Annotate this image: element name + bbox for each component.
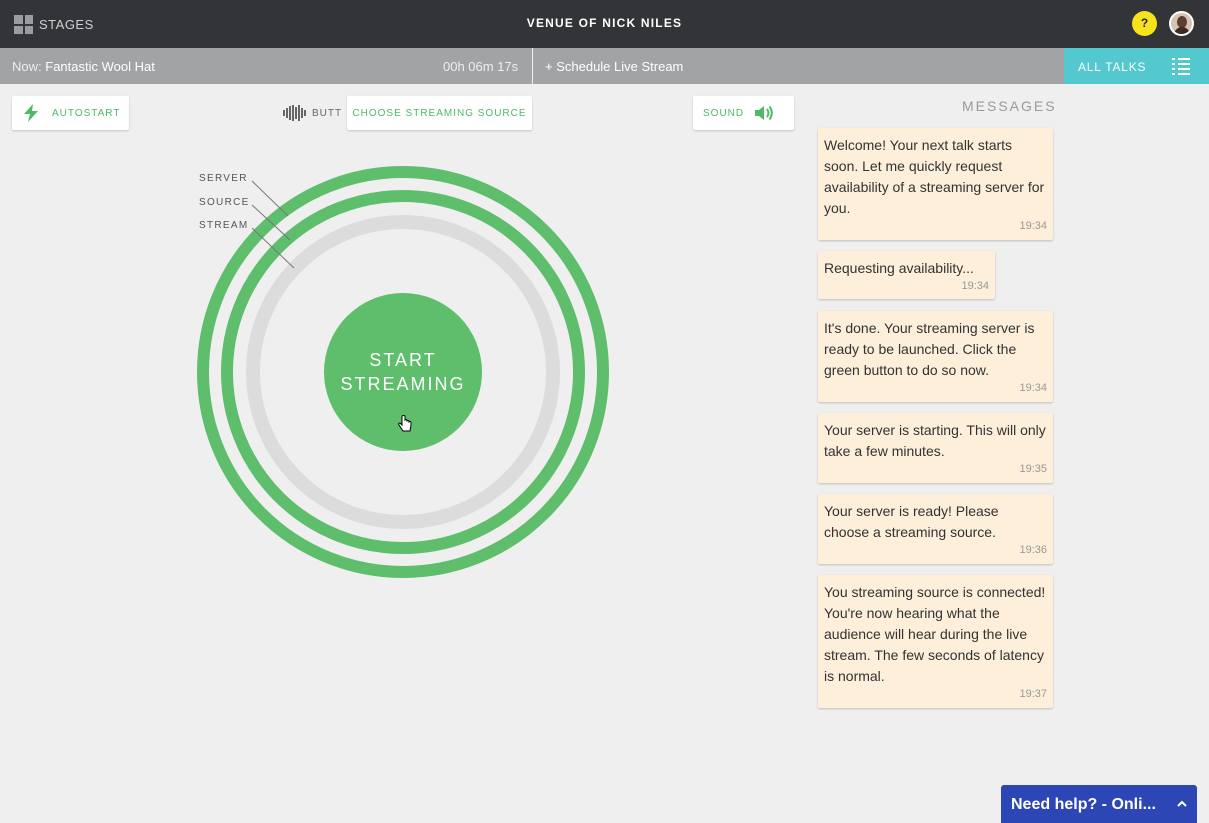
top-bar: STAGES VENUE OF NICK NILES ? [0, 0, 1209, 48]
choose-streaming-source-button[interactable]: CHOOSE STREAMING SOURCE [347, 96, 532, 130]
chevron-up-icon [1177, 800, 1187, 807]
ring-label-stream: STREAM [199, 220, 249, 231]
lightning-icon [24, 104, 38, 122]
venue-title: VENUE OF NICK NILES [526, 16, 683, 30]
message-item: Requesting availability... 19:34 [818, 251, 995, 299]
need-help-label: Need help? - Onli... [1011, 796, 1156, 813]
ring-label-server: SERVER [199, 173, 248, 184]
autostart-button[interactable]: AUTOSTART [12, 96, 129, 130]
now-talk-title: Fantastic Wool Hat [45, 59, 155, 74]
need-help-chat-widget[interactable]: Need help? - Onli... [1001, 785, 1197, 823]
all-talks-label: ALL TALKS [1078, 60, 1147, 74]
start-streaming-label: START STREAMING [340, 350, 466, 394]
schedule-live-stream-link[interactable]: + Schedule Live Stream [545, 59, 683, 74]
list-icon [1172, 58, 1190, 75]
autostart-label: AUTOSTART [52, 107, 121, 119]
message-item: Your server is starting. This will only … [818, 413, 1053, 483]
source-name: BUTT [312, 107, 343, 119]
message-item: Welcome! Your next talk starts soon. Let… [818, 128, 1053, 240]
waveform-icon [283, 105, 306, 121]
elapsed-time: 00h 06m 17s [443, 59, 519, 74]
sound-label: SOUND [703, 107, 745, 119]
speaker-icon [755, 105, 773, 121]
all-talks-button[interactable]: ALL TALKS [1064, 48, 1209, 84]
avatar[interactable] [1169, 11, 1194, 36]
message-item: Your server is ready! Please choose a st… [818, 494, 1053, 564]
message-item: You streaming source is connected! You'r… [818, 575, 1053, 708]
streaming-source-indicator: BUTT [283, 105, 342, 121]
now-playing-bar: Now: Fantastic Wool Hat 00h 06m 17s [0, 48, 532, 84]
messages-header: MESSAGES [962, 98, 1057, 114]
message-item: It's done. Your streaming server is read… [818, 311, 1053, 402]
ring-label-source: SOURCE [199, 197, 250, 208]
choose-source-label: CHOOSE STREAMING SOURCE [352, 107, 527, 119]
hand-cursor-icon [398, 415, 412, 432]
help-button[interactable]: ? [1132, 11, 1157, 36]
now-prefix: Now: [12, 59, 42, 74]
schedule-bar: + Schedule Live Stream [533, 48, 1064, 84]
sound-button[interactable]: SOUND [693, 96, 794, 130]
